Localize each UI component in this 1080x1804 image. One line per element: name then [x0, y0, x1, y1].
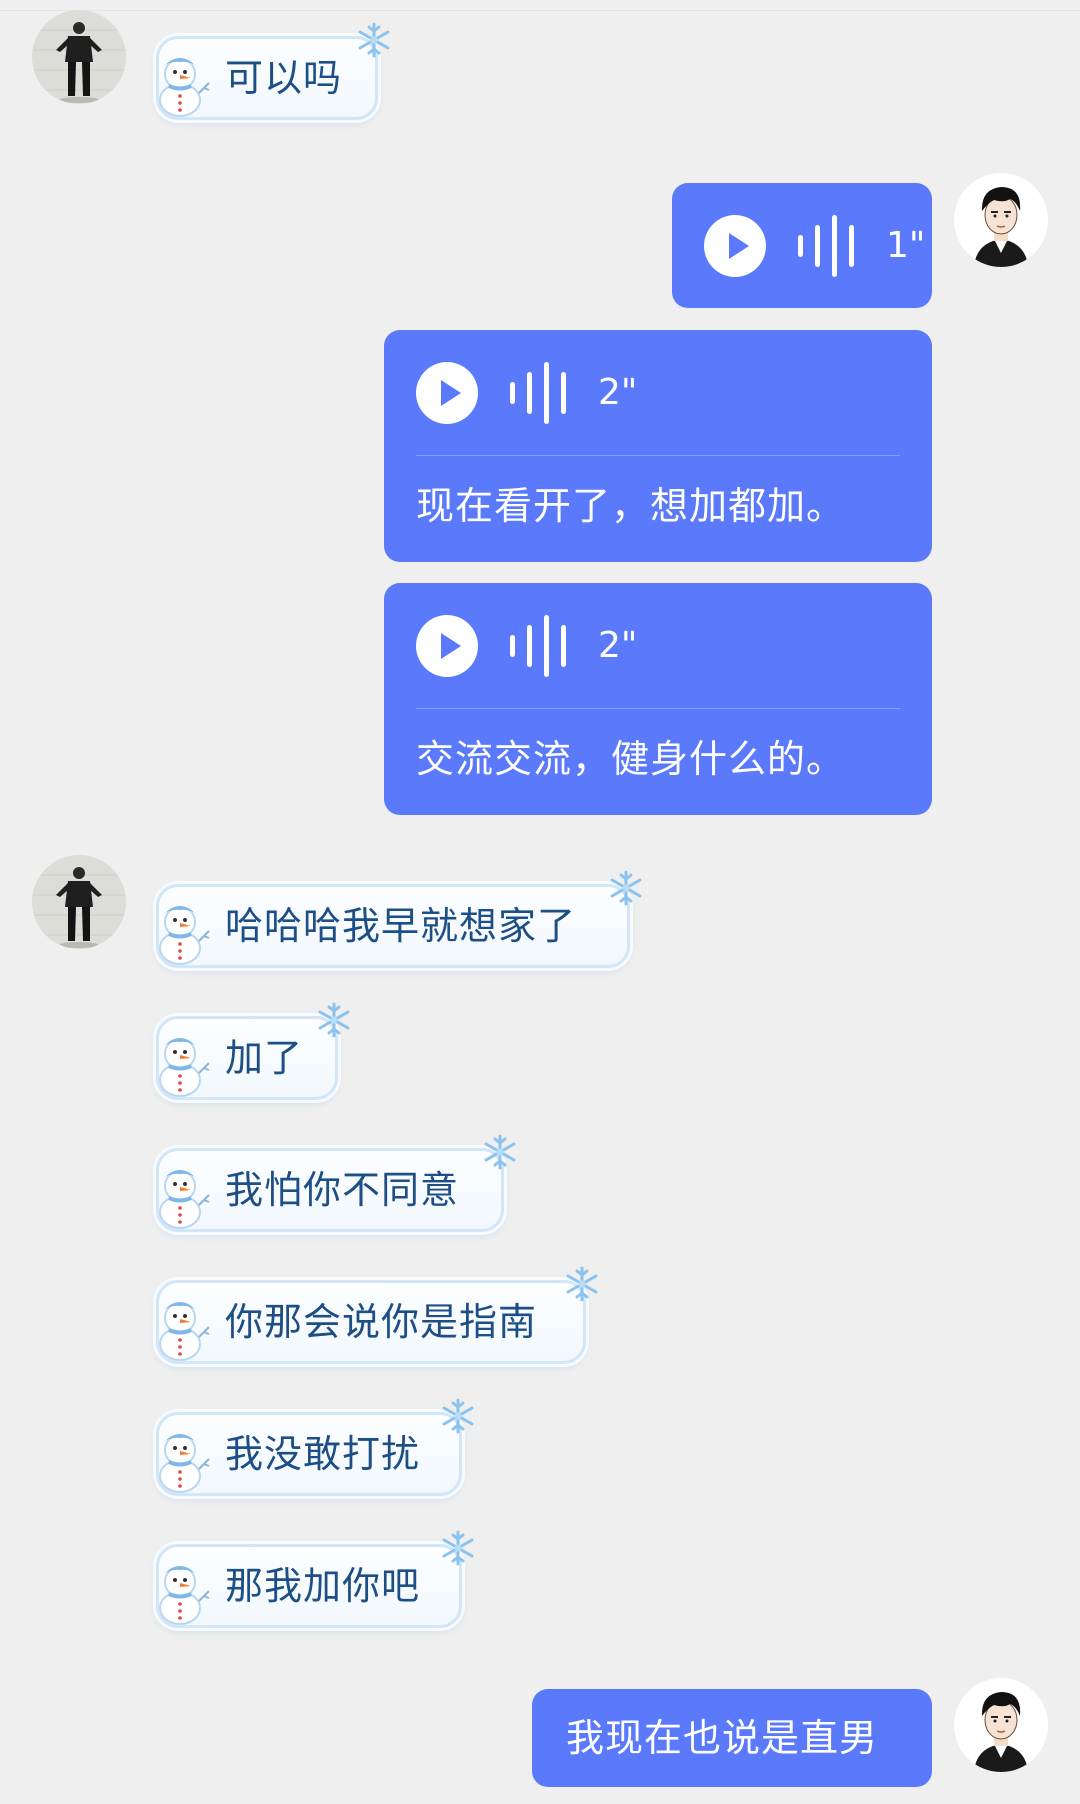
- snowman-icon: [151, 1429, 213, 1493]
- transcript-divider: [416, 455, 900, 456]
- message-text: 可以吗: [225, 56, 343, 100]
- received-message-bubble[interactable]: 那我加你吧: [156, 1544, 462, 1628]
- message-text: 加了: [225, 1036, 304, 1080]
- voice-duration: 2": [598, 372, 638, 413]
- snowman-icon: [151, 1165, 213, 1229]
- friend-avatar[interactable]: [32, 855, 126, 949]
- snowflake-icon: [607, 869, 645, 907]
- sent-message-bubble[interactable]: 我现在也说是直男: [532, 1689, 932, 1787]
- snowman-icon: [151, 901, 213, 965]
- message-text: 我没敢打扰: [225, 1432, 421, 1476]
- voice-message-bubble[interactable]: 2" 现在看开了，想加都加。: [384, 330, 932, 562]
- play-icon[interactable]: [704, 215, 766, 277]
- voice-transcript: 交流交流，健身什么的。: [416, 737, 846, 781]
- snowman-icon: [151, 53, 213, 117]
- snowflake-icon: [481, 1133, 519, 1171]
- message-text: 你那会说你是指南: [225, 1300, 538, 1344]
- voice-message-bubble[interactable]: 2" 交流交流，健身什么的。: [384, 583, 932, 815]
- received-message-bubble[interactable]: 我没敢打扰: [156, 1412, 462, 1496]
- snowman-icon: [151, 1033, 213, 1097]
- snowflake-icon: [315, 1001, 353, 1039]
- received-message-bubble[interactable]: 哈哈哈我早就想家了: [156, 884, 630, 968]
- received-message-bubble[interactable]: 我怕你不同意: [156, 1148, 504, 1232]
- my-avatar[interactable]: [954, 173, 1048, 267]
- snowflake-icon: [439, 1397, 477, 1435]
- received-message-bubble[interactable]: 你那会说你是指南: [156, 1280, 586, 1364]
- voice-duration: 1": [886, 225, 926, 266]
- top-divider: [0, 10, 1080, 11]
- snowflake-icon: [355, 21, 393, 59]
- transcript-divider: [416, 708, 900, 709]
- play-icon[interactable]: [416, 615, 478, 677]
- my-avatar[interactable]: [954, 1678, 1048, 1772]
- voice-wave-icon: [508, 613, 568, 679]
- snowman-icon: [151, 1297, 213, 1361]
- received-message-bubble[interactable]: 加了: [156, 1016, 338, 1100]
- snowflake-icon: [439, 1529, 477, 1567]
- voice-wave-icon: [508, 360, 568, 426]
- voice-wave-icon: [796, 213, 856, 279]
- received-message-bubble[interactable]: 可以吗: [156, 36, 378, 120]
- message-text: 那我加你吧: [225, 1564, 421, 1608]
- snowflake-icon: [563, 1265, 601, 1303]
- voice-duration: 2": [598, 625, 638, 666]
- message-text: 我现在也说是直男: [566, 1716, 879, 1760]
- snowman-icon: [151, 1561, 213, 1625]
- voice-transcript: 现在看开了，想加都加。: [416, 484, 846, 528]
- play-icon[interactable]: [416, 362, 478, 424]
- message-text: 哈哈哈我早就想家了: [225, 904, 577, 948]
- voice-message-bubble[interactable]: 1": [672, 183, 932, 308]
- friend-avatar[interactable]: [32, 10, 126, 104]
- message-text: 我怕你不同意: [225, 1168, 460, 1212]
